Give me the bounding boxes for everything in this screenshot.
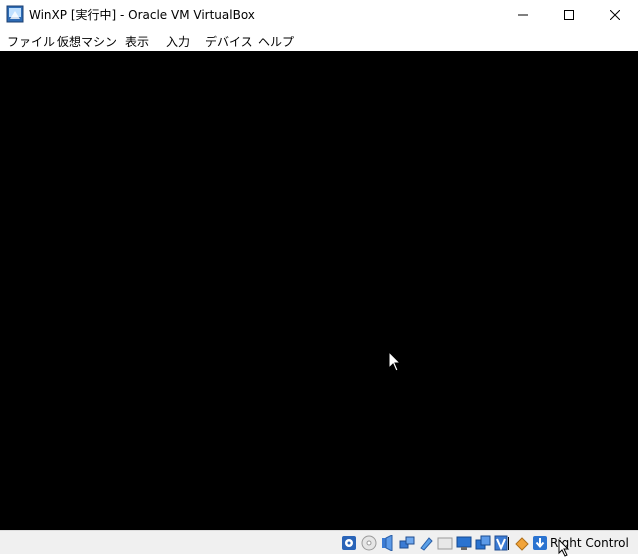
close-button[interactable] — [592, 0, 638, 29]
keyboard-capture-icon[interactable] — [532, 535, 548, 551]
maximize-icon — [564, 9, 574, 20]
minimize-button[interactable] — [500, 0, 546, 29]
minimize-icon — [518, 14, 528, 15]
menu-bar: ファイル 仮想マシン 表示 入力 デバイス ヘルプ — [0, 29, 638, 51]
menu-file[interactable]: ファイル — [7, 33, 55, 50]
mouse-integration-icon[interactable] — [514, 535, 530, 551]
title-bar[interactable]: WinXP [実行中] - Oracle VM VirtualBox — [0, 0, 638, 29]
mouse-pointer-icon — [558, 539, 570, 557]
usb-icon[interactable] — [418, 535, 434, 551]
optical-disk-icon[interactable] — [361, 535, 377, 551]
mouse-pointer-icon — [388, 351, 402, 372]
menu-devices[interactable]: デバイス — [205, 33, 253, 50]
menu-machine[interactable]: 仮想マシン — [57, 33, 117, 50]
virtualization-icon[interactable] — [494, 535, 510, 551]
menu-help[interactable]: ヘルプ — [258, 33, 294, 50]
display-icon[interactable] — [456, 535, 472, 551]
virtualbox-app-icon — [6, 5, 24, 23]
status-bar: Right Control — [0, 530, 638, 557]
maximize-button[interactable] — [546, 0, 592, 29]
vm-screen[interactable] — [0, 51, 638, 530]
menu-input[interactable]: 入力 — [166, 33, 190, 50]
menu-view[interactable]: 表示 — [125, 33, 149, 50]
hard-disk-icon[interactable] — [341, 535, 357, 551]
video-capture-icon[interactable] — [475, 535, 491, 551]
audio-icon[interactable] — [380, 535, 396, 551]
window-title: WinXP [実行中] - Oracle VM VirtualBox — [29, 8, 255, 22]
close-icon — [610, 9, 620, 20]
network-icon[interactable] — [399, 535, 415, 551]
shared-folder-icon[interactable] — [437, 535, 453, 551]
